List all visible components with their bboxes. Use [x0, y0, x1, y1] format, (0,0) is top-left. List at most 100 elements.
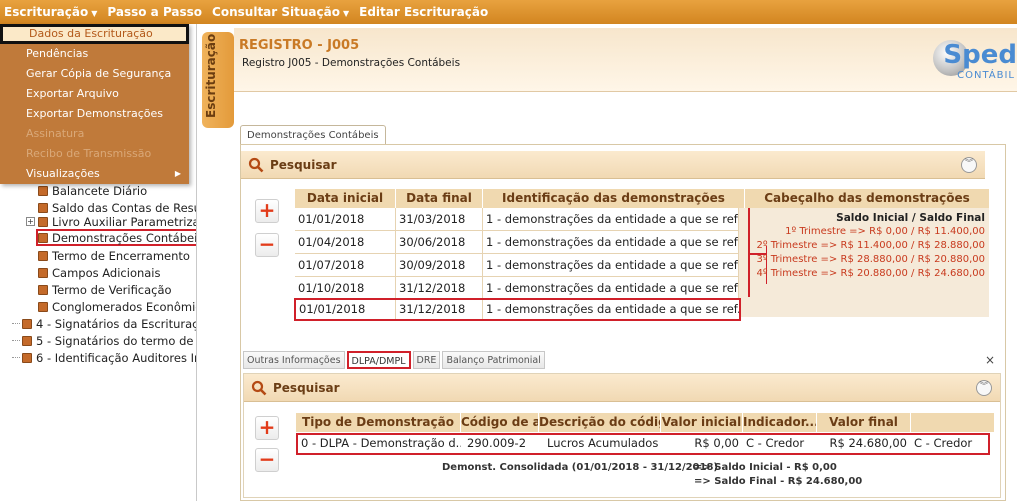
tree-item-label: Campos Adicionais [52, 265, 161, 280]
tab-demonstracoes-contabeis[interactable]: Demonstrações Contábeis [240, 125, 386, 145]
collapse-icon[interactable]: ︾ [961, 157, 977, 173]
add-button[interactable]: + [255, 416, 279, 440]
saldo-inicial-note: => Saldo Inicial - R$ 0,00 [694, 462, 837, 473]
column-header[interactable]: Código de a... [461, 413, 539, 432]
register-header: REGISTRO - J005 Registro J005 - Demonstr… [234, 28, 1017, 92]
cabecalho-line: 2º Trimestre => R$ 11.400,00 / R$ 28.880… [757, 240, 985, 251]
search-icon [248, 157, 264, 172]
folder-icon [38, 216, 48, 227]
tab-balanco-patrimonial[interactable]: Balanço Patrimonial [442, 351, 545, 369]
remove-button[interactable]: − [255, 233, 279, 257]
cabecalho-panel: Saldo Inicial / Saldo Final 1º Trimestre… [747, 208, 989, 297]
tree-item-demonstracoes-contabeis[interactable]: Demonstrações Contábeis [36, 229, 197, 246]
cell-descricao: Lucros Acumulados [539, 435, 661, 453]
side-tab-escrituracao[interactable]: Escrituração [202, 32, 234, 128]
folder-icon [22, 335, 32, 346]
tree-item-label: Balancete Diário [52, 183, 148, 198]
column-header[interactable]: Descrição do códig... [539, 413, 661, 432]
tree-item-termo-encerramento[interactable]: Termo de Encerramento [38, 247, 190, 264]
menu-item-exportar-arquivo[interactable]: Exportar Arquivo [0, 84, 189, 104]
menu-item-pendencias[interactable]: Pendências [0, 44, 189, 64]
tree-connector [12, 340, 20, 341]
menu-consultar-situacao[interactable]: Consultar Situação ▼ [212, 5, 349, 19]
menu-item-gerar-copia[interactable]: Gerar Cópia de Segurança [0, 64, 189, 84]
register-subtitle: Registro J005 - Demonstrações Contábeis [242, 57, 461, 69]
search-label: Pesquisar [273, 380, 340, 395]
cell-end: 31/03/2018 [396, 208, 483, 231]
column-header[interactable]: Data inicial [295, 189, 396, 208]
trimestre-label: 1º Trimestre => [785, 226, 866, 237]
tree-item-signatarios-termo[interactable]: 5 - Signatários do termo de verific [12, 332, 196, 349]
column-header[interactable]: Valor final [817, 413, 911, 432]
menu-bar: Escrituração ▼ Passo a Passo Consultar Si… [0, 0, 1017, 24]
tree-item-label: 6 - Identificação Auditores Indepe [36, 350, 196, 365]
table-row[interactable]: 01/01/2018 31/03/2018 1 - demonstrações … [295, 208, 739, 231]
column-header[interactable]: Identificação das demonstrações [483, 189, 745, 208]
table-row[interactable]: 01/10/2018 31/12/2018 1 - demonstrações … [295, 277, 739, 300]
tab-dre[interactable]: DRE [412, 351, 441, 369]
folder-icon [22, 352, 32, 363]
inner-tab-bar: Outras Informações DLPA/DMPL DRE Balanço… [243, 351, 547, 371]
close-icon[interactable]: × [985, 353, 995, 367]
folder-icon [38, 267, 48, 278]
menu-passo-a-passo[interactable]: Passo a Passo [107, 5, 202, 19]
tree-item-label: 4 - Signatários da Escrituração [36, 316, 197, 331]
folder-icon [38, 232, 48, 243]
menu-editar-escrituracao[interactable]: Editar Escrituração [359, 5, 488, 19]
tree-item-termo-verificacao[interactable]: Termo de Verificação [38, 281, 172, 298]
tree-item-signatarios[interactable]: 4 - Signatários da Escrituração [12, 315, 197, 332]
menu-item-exportar-demonstracoes[interactable]: Exportar Demonstrações [0, 104, 189, 124]
menu-item-visualizacoes-label: Visualizações [26, 167, 100, 180]
menu-editar-escrituracao-label: Editar Escrituração [359, 5, 489, 19]
chevron-down-icon: ▼ [91, 9, 98, 18]
tree-item-auditores[interactable]: 6 - Identificação Auditores Indepe [12, 349, 196, 366]
column-header[interactable]: Cabeçalho das demonstrações [745, 189, 989, 208]
tree-item-label: 5 - Signatários do termo de verific [36, 333, 196, 348]
folder-icon [38, 301, 48, 312]
trimestre-label: 4º Trimestre => [756, 268, 838, 279]
menu-escrituracao[interactable]: Escrituração ▼ [4, 5, 97, 19]
tree-item-livro-auxiliar[interactable]: + Livro Auxiliar Parametrizado [26, 213, 196, 230]
tree-item-campos-adicionais[interactable]: Campos Adicionais [38, 264, 161, 281]
collapse-icon[interactable]: ︾ [976, 380, 992, 396]
tree-item-conglomerados[interactable]: Conglomerados Econômicos [38, 298, 196, 315]
tree-connector [12, 357, 20, 358]
tree-item-balancete-diario[interactable]: Balancete Diário [38, 182, 147, 199]
cabecalho-line: 3º Trimestre => R$ 28.880,00 / R$ 20.880… [757, 254, 985, 265]
cabecalho-line: 1º Trimestre => R$ 0,00 / R$ 11.400,00 [785, 226, 985, 237]
remove-button[interactable]: − [255, 448, 279, 472]
cell-id: 1 - demonstrações da entidade a que se r… [483, 208, 739, 231]
tree-item-label: Demonstrações Contábeis [52, 230, 197, 245]
cell-start: 01/10/2018 [295, 277, 396, 300]
register-title: REGISTRO - J005 [239, 38, 360, 53]
cell-start: 01/07/2018 [295, 254, 396, 277]
menu-item-visualizacoes[interactable]: Visualizações ▶ [0, 164, 189, 184]
search-label: Pesquisar [270, 157, 337, 172]
table-row[interactable]: 01/07/2018 30/09/2018 1 - demonstrações … [295, 254, 739, 277]
column-header[interactable]: Data final [396, 189, 483, 208]
column-header[interactable]: Indicador... [743, 413, 817, 432]
dlpa-grid: Tipo de Demonstração Código de a... Desc… [296, 413, 994, 455]
add-button[interactable]: + [255, 199, 279, 223]
cell-start: 01/04/2018 [295, 231, 396, 254]
table-row[interactable]: 01/04/2018 30/06/2018 1 - demonstrações … [295, 231, 739, 254]
cell-id: 1 - demonstrações da entidade a que se r… [483, 254, 739, 277]
cell-end: 31/12/2018 [396, 300, 483, 319]
table-row-highlighted[interactable]: 01/01/2018 31/12/2018 1 - demonstrações … [294, 298, 741, 321]
folder-icon [38, 250, 48, 261]
table-row-highlighted[interactable]: 0 - DLPA - Demonstração d... 290.009-2 L… [296, 433, 990, 455]
menu-item-dados-escrituracao[interactable]: Dados da Escrituração [0, 24, 189, 44]
tab-dlpa-dmpl[interactable]: DLPA/DMPL [346, 351, 411, 369]
trimestre-value: R$ 0,00 / R$ 11.400,00 [869, 226, 985, 237]
cell-codigo: 290.009-2 [461, 435, 539, 453]
cell-id: 1 - demonstrações da entidade a que se r… [483, 231, 739, 254]
tab-outras-informacoes[interactable]: Outras Informações [243, 351, 345, 369]
column-header[interactable]: Tipo de Demonstração [296, 413, 461, 432]
search-bar-1[interactable]: Pesquisar ︾ [241, 151, 985, 179]
cell-valor-final: R$ 24.680,00 [817, 435, 911, 453]
search-bar-2[interactable]: Pesquisar ︾ [244, 374, 1000, 402]
expand-icon[interactable]: + [26, 217, 35, 226]
saldo-final-note: => Saldo Final - R$ 24.680,00 [694, 476, 863, 487]
grid-header: Data inicial Data final Identificação da… [295, 189, 989, 208]
column-header[interactable]: Valor inicial [661, 413, 743, 432]
